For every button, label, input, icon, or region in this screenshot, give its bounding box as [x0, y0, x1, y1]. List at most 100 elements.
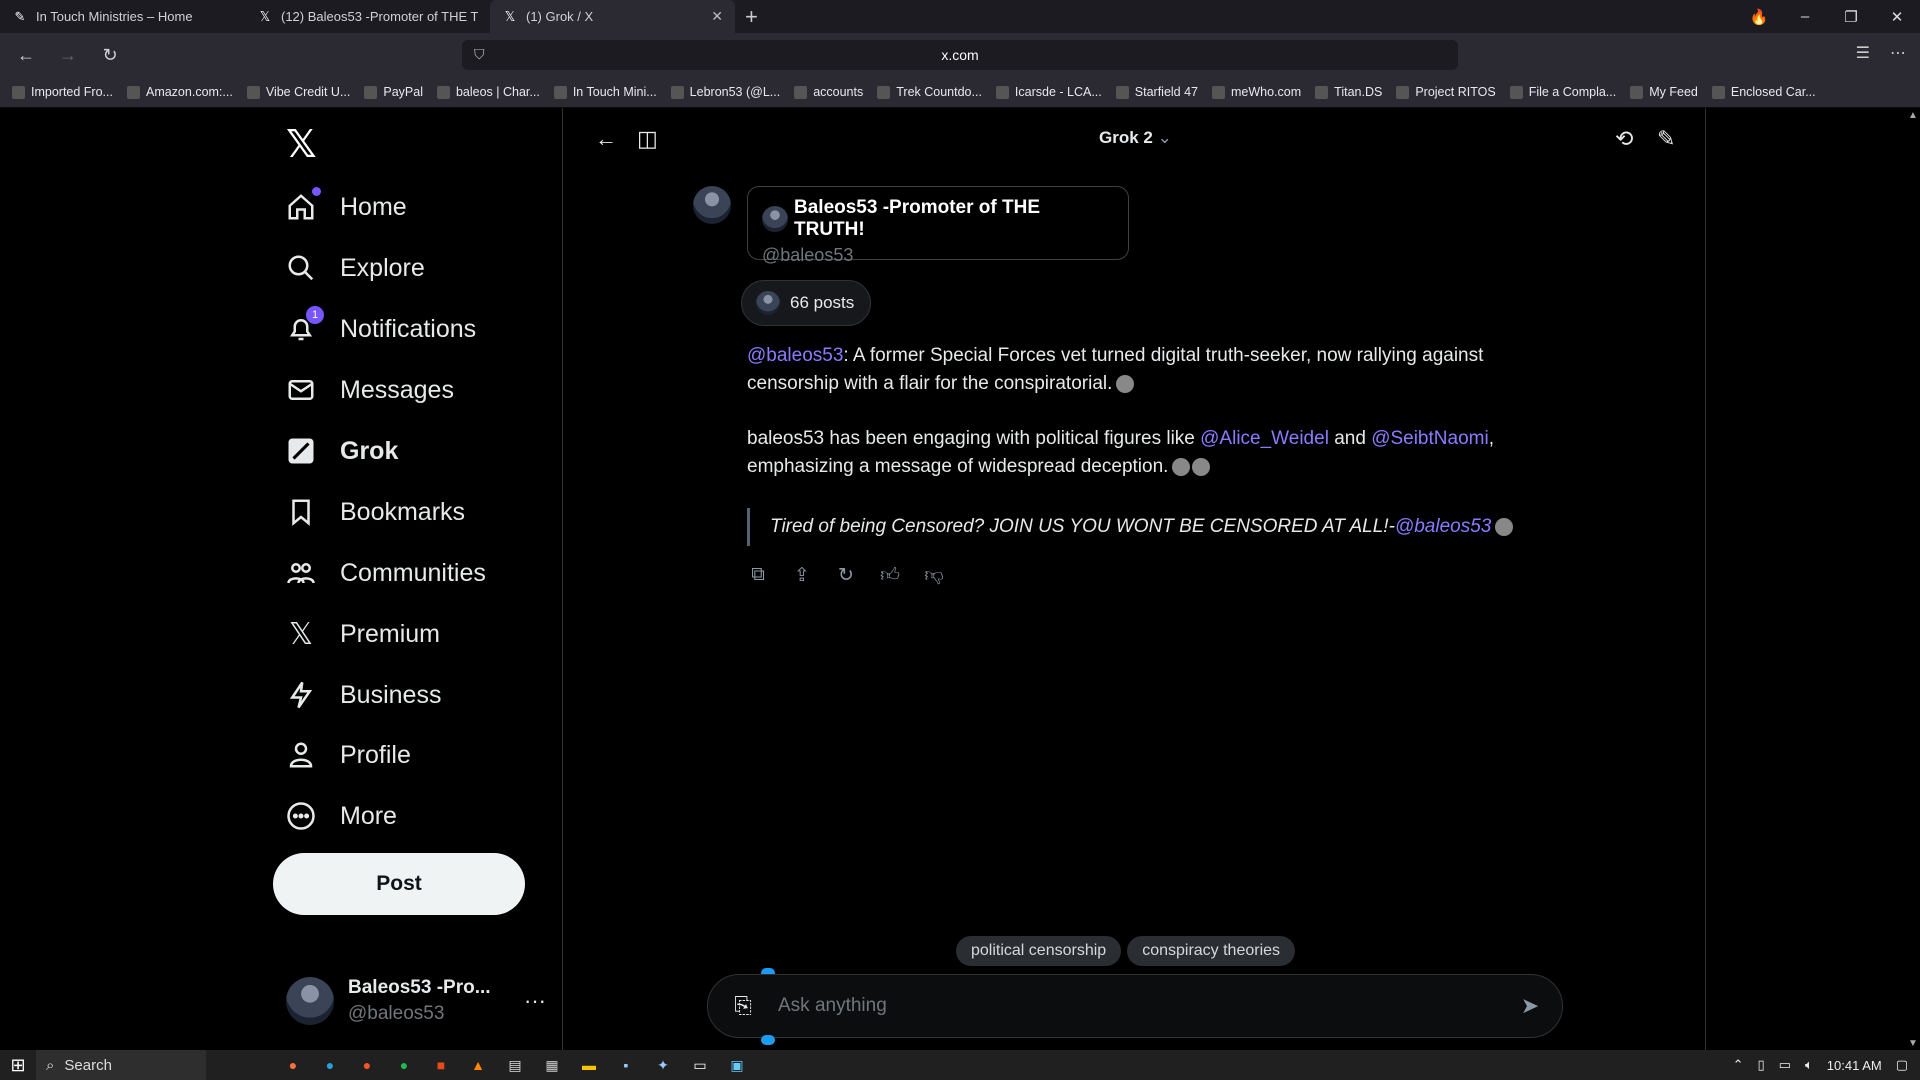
network-icon[interactable]: ▭: [1779, 1057, 1791, 1073]
sidebar-item-bookmarks[interactable]: Bookmarks: [284, 487, 465, 537]
vlc-icon[interactable]: ▲: [465, 1054, 491, 1076]
suggestion-chip[interactable]: conspiracy theories: [1127, 936, 1296, 966]
app-icon[interactable]: ▣: [724, 1054, 750, 1076]
x-logo-icon[interactable]: 𝕏: [286, 122, 317, 167]
scroll-up-icon[interactable]: ▲: [1908, 110, 1918, 121]
sidebar-item-communities[interactable]: Communities: [284, 548, 486, 598]
account-switcher[interactable]: Baleos53 -Pro... @baleos53 ···: [286, 966, 546, 1036]
menu-dots-icon[interactable]: ⋯: [1890, 43, 1906, 63]
bookmark-item[interactable]: Starfield 47: [1115, 85, 1198, 99]
bookmark-item[interactable]: File a Compla...: [1509, 85, 1616, 99]
url-bar[interactable]: ⛉ x.com: [462, 40, 1458, 70]
flame-icon[interactable]: 🔥: [1736, 8, 1782, 26]
sidebar-item-profile[interactable]: Profile: [284, 730, 411, 780]
brave-icon[interactable]: ●: [354, 1054, 380, 1076]
bookmark-item[interactable]: Imported Fro...: [12, 85, 113, 99]
bookmark-item[interactable]: In Touch Mini...: [553, 85, 657, 99]
app-icon[interactable]: ▪: [613, 1054, 639, 1076]
more-dots-icon[interactable]: ···: [524, 988, 546, 1014]
taskbar-search[interactable]: ⌕ Search: [36, 1050, 206, 1080]
chevron-up-icon[interactable]: ⌃: [1733, 1057, 1744, 1073]
bookmark-item[interactable]: Project RITOS: [1396, 85, 1496, 99]
browser-tab-active[interactable]: 𝕏 (1) Grok / X ✕: [490, 0, 735, 33]
scroll-down-icon[interactable]: ▼: [1908, 1038, 1918, 1049]
firefox-icon[interactable]: ●: [280, 1054, 306, 1076]
terminal-icon[interactable]: ▭: [687, 1054, 713, 1076]
profile-card[interactable]: Baleos53 -Promoter of THE TRUTH! @baleos…: [747, 186, 1129, 265]
back-arrow-icon[interactable]: ←: [595, 126, 617, 152]
bookmark-item[interactable]: Titan.DS: [1315, 85, 1382, 99]
clock[interactable]: 10:41 AM: [1827, 1058, 1882, 1073]
bookmark-item[interactable]: baleos | Char...: [436, 85, 540, 99]
posts-count-pill[interactable]: 66 posts: [741, 280, 872, 326]
reader-icon[interactable]: ☰: [1856, 43, 1870, 63]
bookmark-item[interactable]: Enclosed Car...: [1711, 85, 1816, 99]
mention-link[interactable]: @Alice_Weidel: [1200, 428, 1329, 449]
battery-icon[interactable]: ▯: [1758, 1057, 1765, 1073]
history-icon[interactable]: ⟲: [1615, 126, 1633, 152]
share-icon[interactable]: ⇪: [791, 564, 813, 587]
app-icon[interactable]: ✦: [650, 1054, 676, 1076]
sidebar-item-grok[interactable]: Grok: [284, 426, 398, 476]
thumbs-down-icon[interactable]: 👎︎: [923, 564, 945, 587]
regenerate-icon[interactable]: ↻: [835, 564, 857, 587]
reload-icon[interactable]: ↻: [94, 45, 126, 66]
browser-tab[interactable]: 𝕏 (12) Baleos53 -Promoter of THE T: [245, 0, 490, 33]
sidebar-item-messages[interactable]: Messages: [284, 365, 454, 415]
user-avatar[interactable]: [693, 186, 731, 224]
close-window-button[interactable]: ✕: [1874, 8, 1920, 26]
app-icon[interactable]: ■: [428, 1054, 454, 1076]
new-tab-button[interactable]: +: [745, 4, 758, 30]
bookmark-item[interactable]: Icarsde - LCA...: [995, 85, 1102, 99]
sidebar-item-premium[interactable]: 𝕏 Premium: [284, 609, 440, 659]
sidebar-item-home[interactable]: Home: [284, 182, 407, 232]
notepad-icon[interactable]: ▤: [502, 1054, 528, 1076]
drag-handle[interactable]: [761, 1035, 775, 1045]
bookmark-favicon-icon: [12, 85, 25, 99]
profile-card-handle: @baleos53: [762, 245, 854, 265]
bookmark-item[interactable]: Amazon.com:...: [126, 85, 233, 99]
model-selector[interactable]: Grok 2 ⌄: [1099, 128, 1172, 148]
restore-button[interactable]: ❐: [1828, 8, 1874, 26]
post-button[interactable]: Post: [273, 853, 525, 915]
windows-start-icon[interactable]: ⊞: [0, 1055, 36, 1076]
calculator-icon[interactable]: ▦: [539, 1054, 565, 1076]
close-tab-icon[interactable]: ✕: [711, 8, 723, 25]
spotify-icon[interactable]: ●: [391, 1054, 417, 1076]
thumbs-up-icon[interactable]: 👍︎: [879, 564, 901, 587]
sidebar-item-more[interactable]: More: [284, 791, 397, 841]
sidebar-toggle-icon[interactable]: ◫: [637, 126, 658, 152]
forward-arrow-icon[interactable]: →: [52, 45, 84, 66]
paperclip-icon[interactable]: ⎘: [708, 993, 778, 1019]
profile-card-name: Baleos53 -Promoter of THE TRUTH!: [794, 197, 1040, 240]
account-handle: @baleos53: [348, 1003, 445, 1024]
mention-link[interactable]: @baleos53: [1395, 516, 1491, 538]
copy-icon[interactable]: ⧉: [747, 564, 769, 587]
file-explorer-icon[interactable]: ▬: [576, 1054, 602, 1076]
bookmark-item[interactable]: Trek Countdo...: [877, 85, 982, 99]
browser-tab[interactable]: ✎ In Touch Ministries – Home: [0, 0, 245, 33]
sidebar-item-business[interactable]: Business: [284, 670, 441, 720]
send-icon[interactable]: ➤: [1498, 993, 1562, 1019]
sidebar-item-notifications[interactable]: 1 Notifications: [284, 304, 476, 354]
bookmark-item[interactable]: My Feed: [1630, 85, 1698, 99]
bookmark-item[interactable]: accounts: [794, 85, 863, 99]
mention-link[interactable]: @baleos53: [747, 345, 843, 366]
minimize-button[interactable]: –: [1782, 8, 1828, 25]
bookmark-favicon-icon: [670, 85, 684, 99]
sidebar-item-explore[interactable]: Explore: [284, 243, 425, 293]
bookmark-item[interactable]: Lebron53 (@L...: [670, 85, 780, 99]
bookmark-item[interactable]: PayPal: [364, 85, 423, 99]
mention-link[interactable]: @SeibtNaomi: [1371, 428, 1489, 449]
notifications-icon[interactable]: ▢: [1896, 1057, 1908, 1073]
back-arrow-icon[interactable]: ←: [10, 45, 42, 66]
suggestion-chip[interactable]: political censorship: [956, 936, 1122, 966]
shield-icon[interactable]: ⛉: [474, 46, 485, 63]
ask-input[interactable]: [778, 995, 1498, 1017]
volume-icon[interactable]: 🔈︎: [1805, 1057, 1813, 1073]
page-scrollbar[interactable]: ▲ ▼: [1906, 108, 1920, 1060]
new-chat-icon[interactable]: ✎: [1657, 126, 1675, 152]
bookmark-item[interactable]: meWho.com: [1212, 85, 1301, 99]
bookmark-item[interactable]: Vibe Credit U...: [246, 85, 350, 99]
edge-icon[interactable]: ●: [317, 1054, 343, 1076]
